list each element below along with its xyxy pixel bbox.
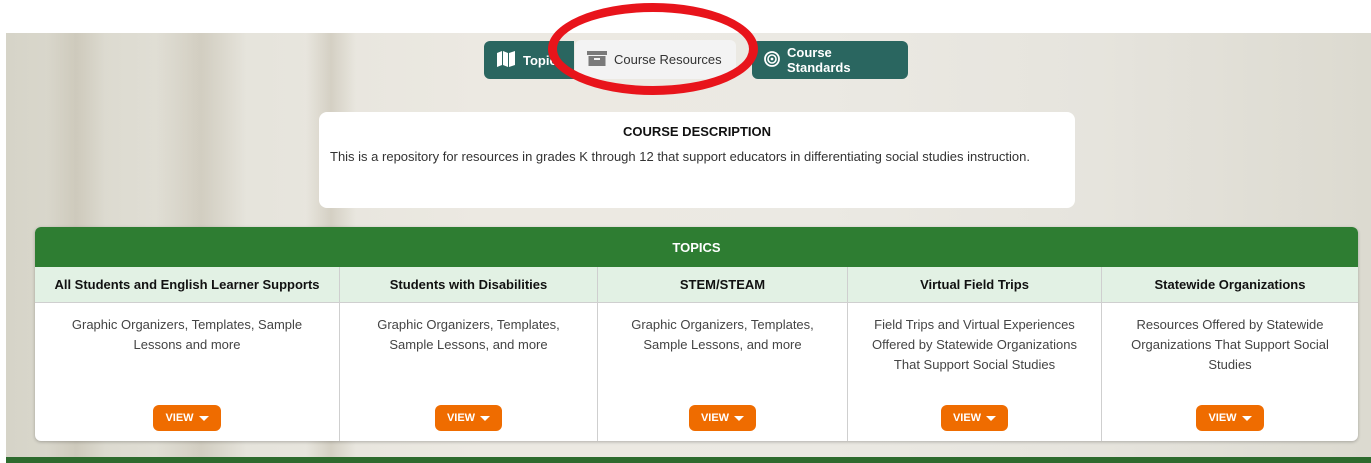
annotation-circle <box>548 3 758 95</box>
course-description-card: COURSE DESCRIPTION This is a repository … <box>319 112 1075 208</box>
footer-green-strip <box>6 457 1371 463</box>
view-button[interactable]: VIEW <box>434 405 503 431</box>
view-button-label: VIEW <box>446 412 476 424</box>
topic-description: Graphic Organizers, Templates, Sample Le… <box>631 317 814 352</box>
topic-column-statewide-organizations: Statewide Organizations Resources Offere… <box>1102 267 1358 441</box>
topic-description: Resources Offered by Statewide Organizat… <box>1131 317 1329 372</box>
view-button-label: VIEW <box>165 412 194 424</box>
caret-down-icon <box>986 415 997 421</box>
topic-title: Statewide Organizations <box>1102 267 1358 303</box>
view-button[interactable]: VIEW <box>940 405 1009 431</box>
topic-title: Students with Disabilities <box>340 267 597 303</box>
view-button-label: VIEW <box>1208 412 1237 424</box>
view-button-label: VIEW <box>700 412 730 424</box>
target-icon <box>764 50 780 70</box>
topic-title: All Students and English Learner Support… <box>35 267 339 303</box>
tab-bar: Topics Course Resources Course Standards <box>0 0 1371 100</box>
tab-course-standards[interactable]: Course Standards <box>752 41 908 79</box>
caret-down-icon <box>480 415 491 421</box>
topic-column-stem: STEM/STEAM Graphic Organizers, Templates… <box>598 267 848 441</box>
topic-title: STEM/STEAM <box>598 267 847 303</box>
topic-title: Virtual Field Trips <box>848 267 1101 303</box>
book-map-icon <box>496 50 516 70</box>
topics-panel: TOPICS All Students and English Learner … <box>35 227 1358 441</box>
topic-column-disabilities: Students with Disabilities Graphic Organ… <box>340 267 598 441</box>
topic-description: Graphic Organizers, Templates, Sample Le… <box>377 317 560 352</box>
tab-standards-label: Course Standards <box>787 45 851 75</box>
topic-column-virtual-field-trips: Virtual Field Trips Field Trips and Virt… <box>848 267 1102 441</box>
caret-down-icon <box>734 415 745 421</box>
topic-description: Field Trips and Virtual Experiences Offe… <box>872 317 1077 372</box>
caret-down-icon <box>198 415 209 421</box>
view-button[interactable]: VIEW <box>153 405 221 431</box>
topic-column-all-students: All Students and English Learner Support… <box>35 267 340 441</box>
topic-description: Graphic Organizers, Templates, Sample Le… <box>71 317 303 352</box>
view-button[interactable]: VIEW <box>1196 405 1264 431</box>
caret-down-icon <box>1241 415 1252 421</box>
view-button-label: VIEW <box>952 412 982 424</box>
view-button[interactable]: VIEW <box>688 405 757 431</box>
course-description-title: COURSE DESCRIPTION <box>622 124 772 139</box>
course-description-text: This is a repository for resources in gr… <box>330 149 1030 164</box>
topics-header: TOPICS <box>35 227 1358 267</box>
